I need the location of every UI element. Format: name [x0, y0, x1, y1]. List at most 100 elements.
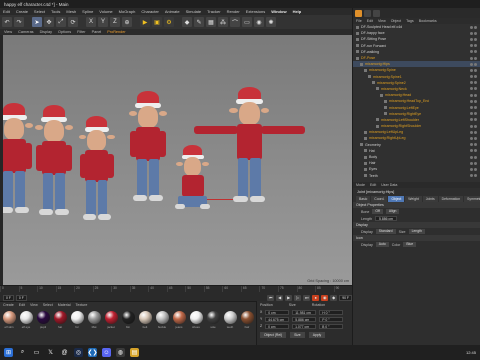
editor-visibility-icon[interactable]: [470, 130, 473, 134]
om-menu-bookmarks[interactable]: Bookmarks: [419, 19, 437, 23]
material-menu-material[interactable]: Material: [58, 303, 71, 307]
coordinate-mode-dropdown[interactable]: Object (Rel): [260, 332, 287, 338]
render-visibility-icon[interactable]: [474, 130, 477, 134]
explorer-icon[interactable]: ▤: [130, 348, 139, 357]
keyframe-icon[interactable]: ◆: [330, 294, 338, 301]
cinema4d-icon[interactable]: ◎: [74, 348, 83, 357]
material-swatch[interactable]: jacket: [104, 311, 118, 329]
pen-icon[interactable]: ✎: [194, 17, 204, 27]
menu-volume[interactable]: Volume: [99, 9, 112, 14]
taskview-icon[interactable]: ▭: [32, 348, 41, 357]
tree-expand-icon[interactable]: [360, 143, 363, 147]
coordinate-pos-field[interactable]: 0 cm: [265, 310, 290, 315]
render-visibility-icon[interactable]: [474, 75, 477, 79]
tab-symmetry[interactable]: Symmetry: [464, 195, 480, 202]
tree-expand-icon[interactable]: [376, 118, 379, 122]
visibility-dots[interactable]: [470, 75, 477, 79]
editor-visibility-icon[interactable]: [470, 31, 473, 35]
y-axis-icon[interactable]: Y: [98, 17, 108, 27]
render-visibility-icon[interactable]: [474, 106, 477, 110]
visibility-dots[interactable]: [470, 161, 477, 165]
tree-expand-icon[interactable]: [356, 50, 359, 54]
tree-expand-icon[interactable]: [368, 75, 371, 79]
material-swatch[interactable]: elf eye: [19, 311, 33, 329]
tree-expand-icon[interactable]: [364, 174, 367, 178]
discord-icon[interactable]: ☺: [102, 348, 111, 357]
render-visibility-icon[interactable]: [474, 174, 477, 178]
render-visibility-icon[interactable]: [474, 167, 477, 171]
align-button[interactable]: Align: [385, 209, 400, 214]
material-swatch[interactable]: buckle: [155, 311, 169, 329]
tree-expand-icon[interactable]: [356, 25, 359, 29]
menu-tracker[interactable]: Tracker: [207, 9, 220, 14]
visibility-dots[interactable]: [470, 167, 477, 171]
viewport[interactable]: Grid Spacing : 10000 cm: [3, 35, 352, 285]
menu-simulate[interactable]: Simulate: [186, 9, 202, 14]
visibility-dots[interactable]: [470, 68, 477, 72]
menu-character[interactable]: Character: [141, 9, 159, 14]
visibility-dots[interactable]: [470, 149, 477, 153]
om-menu-object[interactable]: Object: [391, 19, 401, 23]
editor-visibility-icon[interactable]: [470, 124, 473, 128]
material-swatch[interactable]: hair: [240, 311, 254, 329]
om-menu-edit[interactable]: Edit: [367, 19, 373, 23]
viewport-menu-options[interactable]: Options: [58, 30, 71, 34]
material-menu-view[interactable]: View: [30, 303, 38, 307]
tree-expand-icon[interactable]: [364, 130, 367, 134]
editor-visibility-icon[interactable]: [470, 136, 473, 140]
render-visibility-icon[interactable]: [474, 50, 477, 54]
menu-animate[interactable]: Animate: [165, 9, 180, 14]
coordinate-size-field[interactable]: 5.886 cm: [292, 317, 317, 322]
editor-visibility-icon[interactable]: [470, 56, 473, 60]
menu-spline[interactable]: Spline: [82, 9, 93, 14]
visibility-dots[interactable]: [470, 130, 477, 134]
attr-menu-user-data[interactable]: User Data: [381, 183, 397, 187]
material-menu-select[interactable]: Select: [43, 303, 53, 307]
editor-visibility-icon[interactable]: [470, 25, 473, 29]
render-visibility-icon[interactable]: [474, 31, 477, 35]
bone-dropdown[interactable]: Off: [372, 209, 383, 214]
tab-joints[interactable]: Joints: [422, 195, 438, 202]
viewport-menu-view[interactable]: View: [4, 30, 12, 34]
current-frame-field[interactable]: 0 F: [15, 294, 27, 301]
visibility-dots[interactable]: [470, 56, 477, 60]
tree-row[interactable]: Teeth: [353, 173, 480, 179]
om-menu-tags[interactable]: Tags: [406, 19, 414, 23]
coordinate-rot-field[interactable]: H 0 °: [319, 310, 344, 315]
tree-expand-icon[interactable]: [364, 136, 367, 140]
material-swatch[interactable]: belt: [138, 311, 152, 329]
viewport-menu-panel[interactable]: Panel: [92, 30, 102, 34]
visibility-dots[interactable]: [470, 155, 477, 159]
render-visibility-icon[interactable]: [474, 37, 477, 41]
render-visibility-icon[interactable]: [474, 87, 477, 91]
vscode-icon[interactable]: ❮❯: [87, 348, 98, 357]
visibility-dots[interactable]: [470, 93, 477, 97]
render-visibility-icon[interactable]: [474, 25, 477, 29]
render-visibility-icon[interactable]: [474, 68, 477, 72]
menu-help[interactable]: Help: [293, 9, 302, 14]
material-swatch[interactable]: Mat: [87, 311, 101, 329]
editor-visibility-icon[interactable]: [470, 62, 473, 66]
tree-expand-icon[interactable]: [372, 81, 375, 85]
start-icon[interactable]: ⊞: [4, 348, 13, 357]
go-to-end-icon[interactable]: ⏭: [303, 294, 311, 301]
om-menu-view[interactable]: View: [378, 19, 386, 23]
material-swatch[interactable]: pupil: [36, 311, 50, 329]
coordinate-pos-field[interactable]: 0 cm: [265, 324, 290, 329]
material-swatch[interactable]: elf skin: [2, 311, 16, 329]
render-visibility-icon[interactable]: [474, 136, 477, 140]
visibility-dots[interactable]: [470, 62, 477, 66]
tree-expand-icon[interactable]: [364, 161, 367, 165]
render-visibility-icon[interactable]: [474, 93, 477, 97]
editor-visibility-icon[interactable]: [470, 161, 473, 165]
object-manager-icon[interactable]: [355, 9, 362, 17]
visibility-dots[interactable]: [470, 106, 477, 110]
visibility-dots[interactable]: [470, 31, 477, 35]
autokey-icon[interactable]: ◉: [321, 294, 329, 301]
tree-expand-icon[interactable]: [376, 124, 379, 128]
render-visibility-icon[interactable]: [474, 62, 477, 66]
tab-weight[interactable]: Weight: [405, 195, 422, 202]
coordinate-size-field[interactable]: 11.981 cm: [292, 310, 317, 315]
world-coord-icon[interactable]: ⊕: [122, 17, 132, 27]
tree-expand-icon[interactable]: [380, 93, 383, 97]
